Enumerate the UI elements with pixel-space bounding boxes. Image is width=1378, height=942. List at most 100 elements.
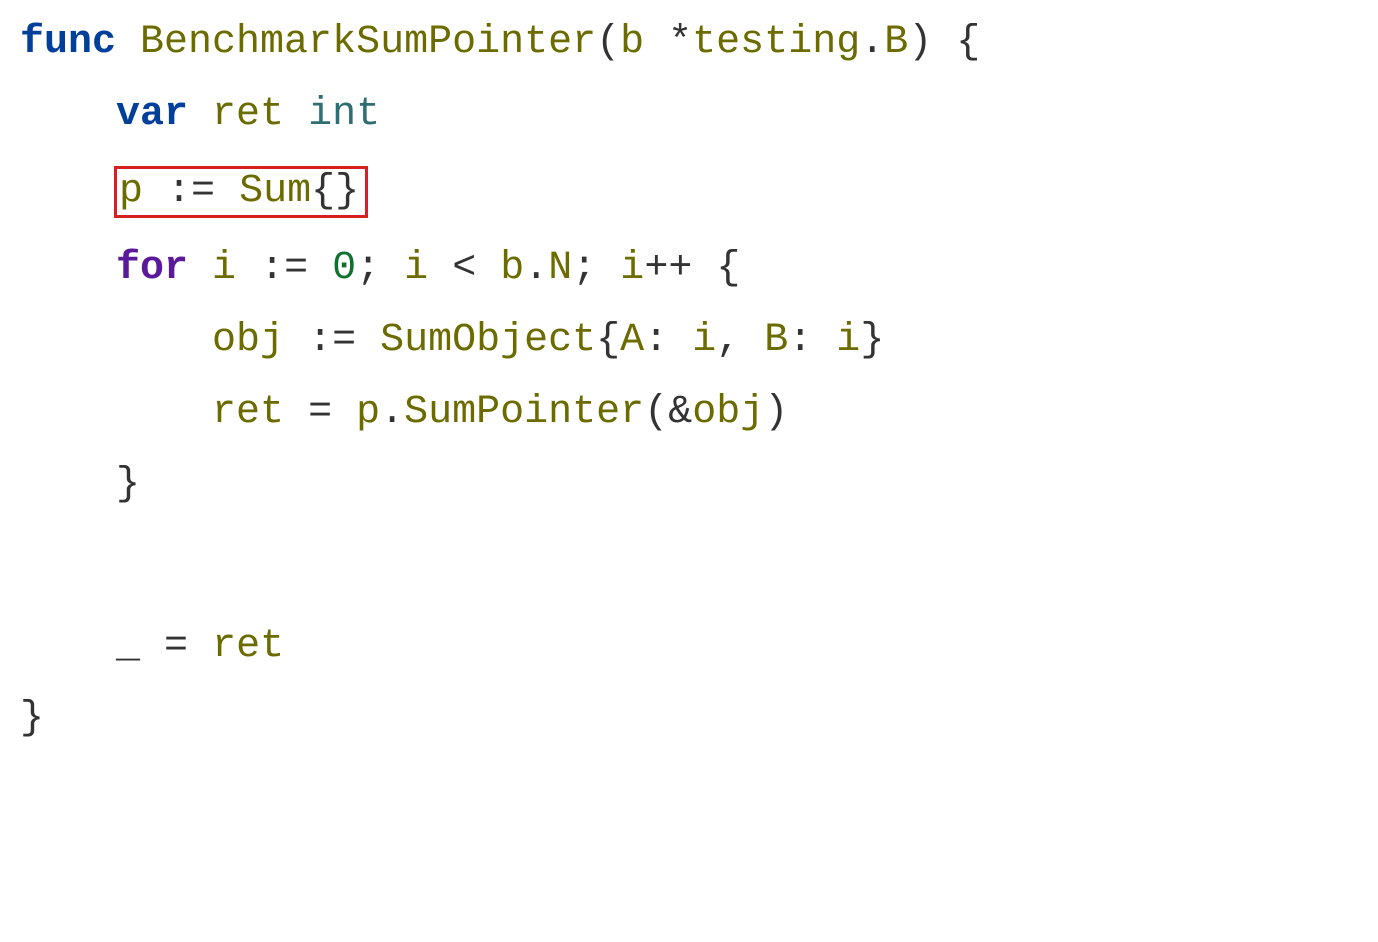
type-b: B bbox=[884, 20, 908, 65]
dot: . bbox=[860, 20, 884, 65]
colon: : bbox=[644, 318, 668, 363]
space bbox=[284, 92, 308, 137]
brace-close: } bbox=[860, 318, 884, 363]
space bbox=[332, 390, 356, 435]
blank-gap bbox=[20, 218, 1358, 248]
space bbox=[596, 246, 620, 291]
op-decl: := bbox=[308, 318, 356, 363]
blank-gap bbox=[20, 668, 1358, 698]
space bbox=[284, 390, 308, 435]
space bbox=[143, 169, 167, 214]
blank-big-gap bbox=[20, 506, 1358, 626]
identifier-obj: obj bbox=[212, 318, 284, 363]
code-line-5: obj := SumObject{A: i, B: i} bbox=[20, 320, 1358, 362]
identifier-i: i bbox=[836, 318, 860, 363]
blank-gap bbox=[20, 290, 1358, 320]
op-decl: := bbox=[167, 169, 215, 214]
highlight-box: p := Sum{} bbox=[114, 166, 368, 218]
space bbox=[236, 246, 260, 291]
brace-open: { bbox=[716, 246, 740, 291]
code-line-9: } bbox=[20, 698, 1358, 740]
op-decl: := bbox=[260, 246, 308, 291]
brace-close: } bbox=[116, 462, 140, 507]
type-sum: Sum bbox=[239, 169, 311, 214]
identifier-obj: obj bbox=[692, 390, 764, 435]
star: * bbox=[668, 20, 692, 65]
indent bbox=[20, 462, 116, 507]
keyword-for: for bbox=[116, 246, 188, 291]
identifier-b: b bbox=[500, 246, 524, 291]
identifier-i: i bbox=[404, 246, 428, 291]
space bbox=[188, 92, 212, 137]
paren-close: ) bbox=[764, 390, 788, 435]
identifier-i: i bbox=[620, 246, 644, 291]
field-a: A bbox=[620, 318, 644, 363]
method-sumpointer: SumPointer bbox=[404, 390, 644, 435]
space bbox=[284, 318, 308, 363]
space bbox=[116, 20, 140, 65]
space bbox=[692, 246, 716, 291]
op-eq: = bbox=[164, 624, 188, 669]
indent bbox=[20, 92, 116, 137]
code-block: func BenchmarkSumPointer(b *testing.B) {… bbox=[0, 0, 1378, 762]
pkg-testing: testing bbox=[692, 20, 860, 65]
blank-gap bbox=[20, 362, 1358, 392]
function-name: BenchmarkSumPointer bbox=[140, 20, 596, 65]
op-eq: = bbox=[308, 390, 332, 435]
field-b: B bbox=[764, 318, 788, 363]
blank-gap bbox=[20, 64, 1358, 94]
colon: : bbox=[788, 318, 812, 363]
identifier-ret: ret bbox=[212, 92, 284, 137]
space bbox=[308, 246, 332, 291]
code-line-3: p := Sum{} bbox=[20, 166, 1358, 218]
keyword-func: func bbox=[20, 20, 116, 65]
space bbox=[932, 20, 956, 65]
type-int: int bbox=[308, 92, 380, 137]
dot: . bbox=[380, 390, 404, 435]
paren-close: ) bbox=[908, 20, 932, 65]
brace-close: } bbox=[20, 696, 44, 741]
space bbox=[812, 318, 836, 363]
space bbox=[140, 624, 164, 669]
code-line-8: _ = ret bbox=[20, 626, 1358, 668]
paren-open: ( bbox=[596, 20, 620, 65]
space bbox=[476, 246, 500, 291]
op-inc: ++ bbox=[644, 246, 692, 291]
identifier-n: N bbox=[548, 246, 572, 291]
indent bbox=[20, 318, 212, 363]
brace-open: { bbox=[596, 318, 620, 363]
op-amp: & bbox=[668, 390, 692, 435]
space bbox=[215, 169, 239, 214]
space bbox=[644, 20, 668, 65]
space bbox=[428, 246, 452, 291]
code-line-6: ret = p.SumPointer(&obj) bbox=[20, 392, 1358, 434]
code-line-1: func BenchmarkSumPointer(b *testing.B) { bbox=[20, 22, 1358, 64]
space bbox=[356, 318, 380, 363]
semicolon: ; bbox=[356, 246, 380, 291]
space bbox=[188, 624, 212, 669]
space bbox=[740, 318, 764, 363]
comma: , bbox=[716, 318, 740, 363]
code-line-2: var ret int bbox=[20, 94, 1358, 136]
space bbox=[188, 246, 212, 291]
number-zero: 0 bbox=[332, 246, 356, 291]
space bbox=[668, 318, 692, 363]
blank-gap bbox=[20, 434, 1358, 464]
code-line-7: } bbox=[20, 464, 1358, 506]
indent bbox=[20, 246, 116, 291]
indent bbox=[20, 624, 116, 669]
identifier-p: p bbox=[356, 390, 380, 435]
identifier-p: p bbox=[119, 169, 143, 214]
identifier-ret: ret bbox=[212, 390, 284, 435]
space bbox=[380, 246, 404, 291]
underscore: _ bbox=[116, 624, 140, 669]
code-line-4: for i := 0; i < b.N; i++ { bbox=[20, 248, 1358, 290]
braces-empty: {} bbox=[311, 169, 359, 214]
identifier-i: i bbox=[212, 246, 236, 291]
indent bbox=[20, 390, 212, 435]
semicolon: ; bbox=[572, 246, 596, 291]
identifier-i: i bbox=[692, 318, 716, 363]
indent bbox=[20, 169, 116, 214]
brace-open: { bbox=[956, 20, 980, 65]
op-lt: < bbox=[452, 246, 476, 291]
